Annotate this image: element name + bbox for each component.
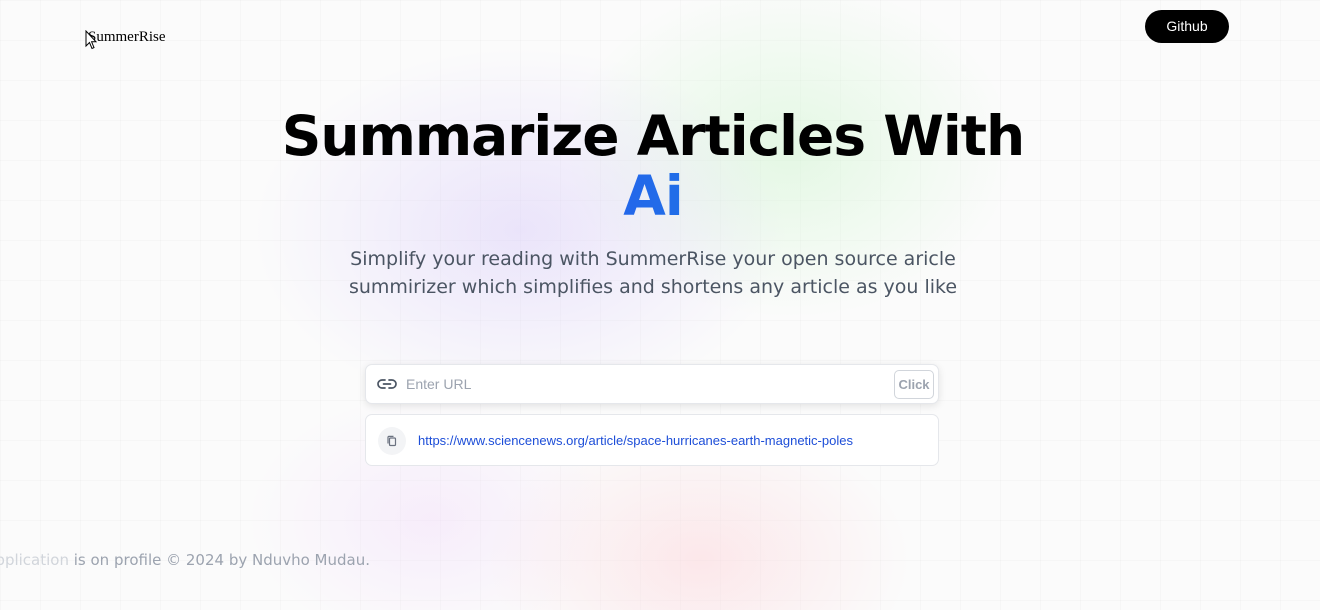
logo[interactable]: SummerRise xyxy=(88,29,166,46)
submit-button[interactable]: Click xyxy=(894,370,934,399)
title-line-1: Summarize Articles With xyxy=(281,104,1025,168)
hero-description: Simplify your reading with SummerRise yo… xyxy=(348,248,958,298)
url-input[interactable] xyxy=(406,371,886,397)
link-icon xyxy=(377,379,397,389)
copy-icon xyxy=(387,435,397,447)
history-item[interactable]: https://www.sciencenews.org/article/spac… xyxy=(365,414,939,466)
history-url[interactable]: https://www.sciencenews.org/article/spac… xyxy=(418,433,853,448)
url-form: Click xyxy=(365,364,939,404)
copy-button[interactable] xyxy=(378,427,406,455)
mouse-cursor-icon xyxy=(85,30,97,50)
footer-text-faded: s application xyxy=(0,551,69,569)
footer-text-main: is on profile © 2024 by Nduvho Mudau. xyxy=(68,551,370,569)
footer-text: s application is on profile © 2024 by Nd… xyxy=(0,551,370,569)
title-accent-ai: Ai xyxy=(0,164,1306,228)
page-title: Summarize Articles With Ai xyxy=(0,104,1306,228)
github-button[interactable]: Github xyxy=(1145,10,1229,43)
